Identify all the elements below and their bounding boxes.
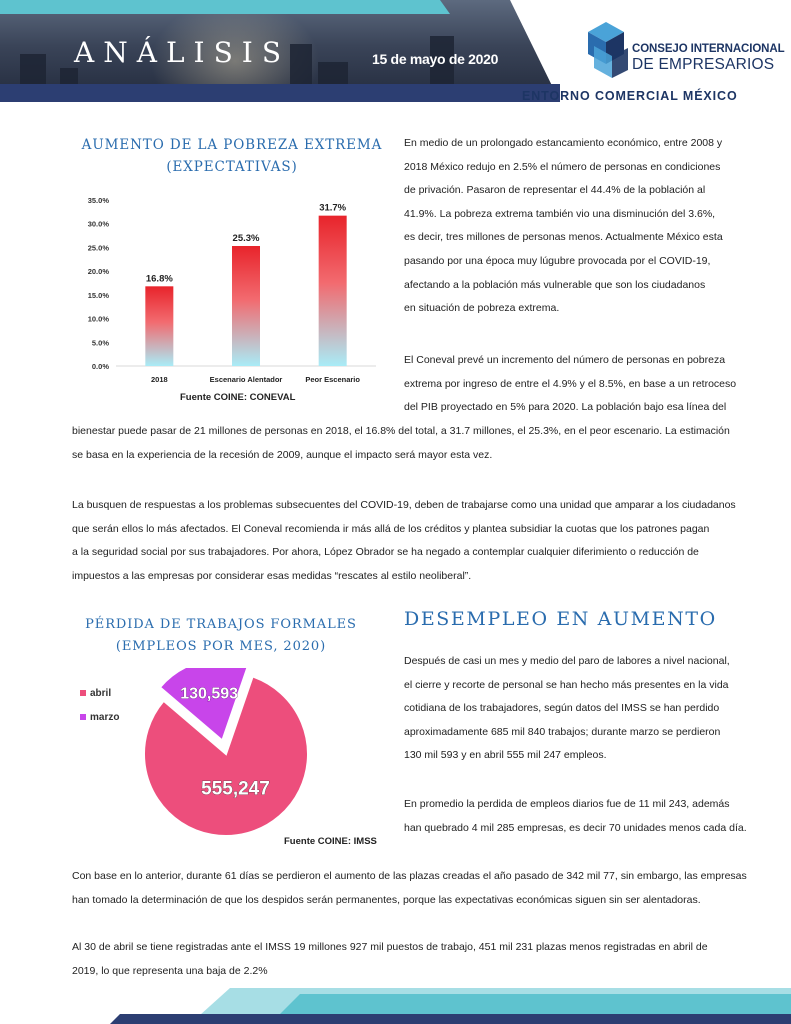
poverty-paragraph-2-continued: bienestar puede pasar de 21 millones de … [72,420,730,467]
pie-data-label: 130,593 [180,685,238,702]
text-line: Con base en lo anterior, durante 61 días… [72,870,747,882]
org-name-line1: CONSEJO INTERNACIONAL [632,43,785,55]
text-line: Después de casi un mes y medio del paro … [404,655,730,667]
poverty-paragraph-3: La busquen de respuestas a los problemas… [72,494,736,588]
text-line: impuestos a las empresas por considerar … [72,569,472,582]
jobs-heading-line1: PÉRDIDA DE TRABAJOS FORMALES [85,617,357,632]
text-line: En promedio la perdida de empleos diario… [404,798,730,810]
jobs-pie-chart: 555,247 130,593 abril marzo [80,668,309,837]
text-line: han quebrado 4 mil 285 empresas, es deci… [404,821,747,834]
text-line: de privación. Pasaron de representar el … [404,184,706,197]
text-line: a la seguridad social por sus trabajador… [72,546,699,559]
text-line: 41.9%. La pobreza extrema también vio un… [404,207,716,220]
y-tick-label: 10.0% [88,315,110,324]
text-line: bienestar puede pasar de 21 millones de … [72,425,730,437]
pie-data-label: 555,247 [201,779,270,800]
header-accent-stripe-top [0,0,450,14]
y-tick-label: 15.0% [88,291,110,300]
org-name-line2: DE EMPRESARIOS [632,56,775,73]
jobs-heading-line2: (EMPLEOS POR MES, 2020) [115,639,327,654]
text-line: 2018 México redujo en 2.5% el número de … [404,160,721,173]
legend-label: abril [90,688,111,699]
poverty-paragraph-2: El Coneval prevé un incremento del númer… [404,349,737,420]
y-tick-label: 30.0% [88,220,110,229]
text-line: han tomado la determinación de que los d… [72,893,701,906]
text-line: afectando a la población más vulnerable … [404,278,706,291]
legend-swatch [80,714,86,720]
text-line: extrema por ingreso de entre el 4.9% y e… [404,377,737,390]
poverty-heading-line1: AUMENTO DE LA POBREZA EXTREMA [81,137,383,153]
x-tick-label: Peor Escenario [305,375,360,384]
text-line: aproximadamente 685 mil 840 trabajos; du… [404,725,721,738]
poverty-chart-source: Fuente COINE: CONEVAL [180,392,296,403]
y-tick-label: 5.0% [92,338,109,347]
bar-data-label: 31.7% [319,203,346,214]
jobs-heading: PÉRDIDA DE TRABAJOS FORMALES (EMPLEOS PO… [68,614,374,658]
text-line: 2019, lo que representa una baja de 2.2% [72,964,268,977]
text-line: se basa en la experiencia de la recesión… [72,448,493,461]
text-line: pasando por una época muy lúgubre provoc… [404,254,711,267]
section-subtitle: ENTORNO COMERCIAL MÉXICO [522,89,738,103]
unemployment-paragraph-4: Al 30 de abril se tiene registradas ante… [72,936,720,983]
unemployment-paragraph-3: Con base en lo anterior, durante 61 días… [72,865,747,912]
text-line: La busquen de respuestas a los problemas… [72,499,736,511]
bar-data-label: 25.3% [233,233,260,244]
jobs-chart-source: Fuente COINE: IMSS [284,836,377,847]
text-line: El Coneval prevé un incremento del númer… [404,354,726,366]
text-line: En medio de un prolongado estancamiento … [404,137,723,149]
bar [145,286,174,366]
x-tick-label: 2018 [151,375,168,384]
text-line: del PIB proyectado en 5% para 2020. La p… [404,401,727,414]
bar-data-label: 16.8% [146,273,173,284]
unemployment-paragraph-2: En promedio la perdida de empleos diario… [404,793,747,840]
poverty-heading: AUMENTO DE LA POBREZA EXTREMA (EXPECTATI… [72,134,392,178]
unemployment-paragraph-1: Después de casi un mes y medio del paro … [404,650,730,768]
header-accent-stripe-bottom [0,84,560,102]
text-line: 130 mil 593 y en abril 555 mil 247 emple… [404,749,607,762]
bar [232,246,260,366]
x-tick-label: Escenario Alentador [210,375,283,384]
legend-label: marzo [90,712,119,723]
y-tick-label: 0.0% [92,362,109,371]
text-line: en situación de pobreza extrema. [404,302,560,315]
text-line: Al 30 de abril se tiene registradas ante… [72,941,708,953]
unemployment-heading: DESEMPLEO EN AUMENTO [404,608,717,630]
text-line: es decir, tres millones de personas meno… [404,231,723,244]
legend-swatch [80,690,86,696]
page-title: ANÁLISIS [74,36,291,69]
poverty-bar-chart: 0.0% 5.0% 10.0% 15.0% 20.0% 25.0% 30.0% 35.0% 16… [88,196,376,384]
text-line: cotidiana de los trabajadores, según dat… [404,702,720,715]
y-tick-label: 35.0% [88,196,110,205]
text-line: que serán ellos lo más afectados. El Con… [72,522,710,535]
report-date: 15 de mayo de 2020 [372,51,499,67]
header-banner: ANÁLISIS 15 de mayo de 2020 [0,0,560,102]
bar [318,215,347,366]
text-line: el cierre y recorte de personal se han h… [404,678,729,691]
poverty-heading-line2: (EXPECTATIVAS) [166,159,298,175]
y-tick-label: 25.0% [88,243,110,252]
footer-decoration [110,988,791,1024]
y-tick-label: 20.0% [88,267,110,276]
poverty-paragraph-1: En medio de un prolongado estancamiento … [404,132,723,321]
